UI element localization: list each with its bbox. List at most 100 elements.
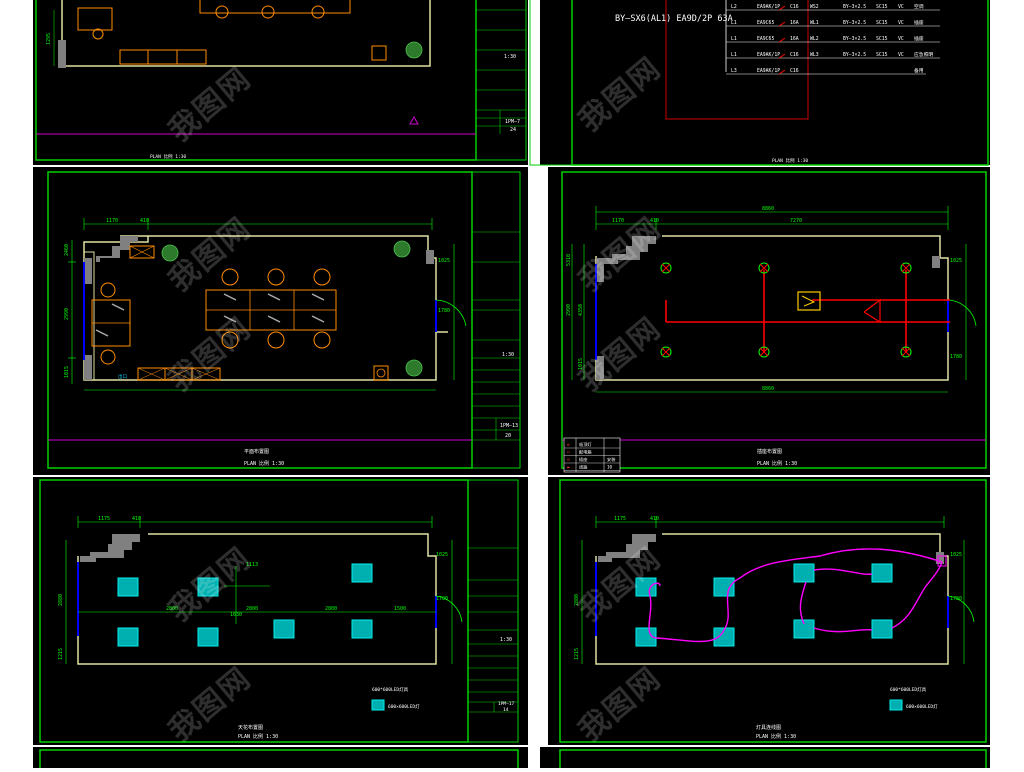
panel-light-icon: [871, 563, 893, 583]
plant-icon: [405, 41, 423, 59]
circuit-cell-phase: L3: [731, 68, 737, 74]
dim-left-3: 4350: [578, 304, 584, 316]
circuit-cell-rating: 16A: [790, 36, 799, 42]
dim-left-3: 1015: [64, 366, 70, 378]
drawing-title: 插座布置图: [757, 448, 782, 455]
circuit-cell-conduit: SC15: [876, 36, 888, 42]
page-number: 20: [505, 433, 511, 439]
drawing-caption: PLAN 比例 1:30: [757, 460, 797, 467]
column: [936, 552, 944, 564]
dim-right-1: 1025: [950, 258, 962, 264]
dim-left-1: 2460: [64, 244, 70, 256]
legend-cell-desc: 配电箱: [579, 449, 592, 456]
cad-drawing-canvas: 1:30 1PM—7 24 1295 PLAN 比例 1:30 BY—SX6(A…: [0, 0, 1024, 772]
page-number: 24: [510, 127, 516, 133]
dim-top-1: 1175: [98, 516, 110, 522]
scale-label: 1:30: [504, 54, 516, 60]
plant-icon: [161, 244, 179, 262]
panel-light-icon: [713, 577, 735, 597]
circuit-cell-rating: C16: [790, 4, 799, 10]
sheet-number: 1PM—17: [498, 701, 515, 707]
plant-icon: [393, 240, 411, 258]
dim-top-1: 1170: [612, 218, 624, 224]
legend-item: 600×600LED灯: [906, 703, 938, 710]
legend-panel-icon: [889, 699, 903, 711]
circuit-cell-cable: BY—3×2.5: [843, 36, 866, 42]
dim-right-1: 1025: [436, 552, 448, 558]
panel-main-breaker: BY—SX6(AL1) EA9D/2P 63A: [615, 14, 733, 24]
circuit-cell-line: WS2: [810, 4, 819, 10]
dim-left-2: 1215: [574, 648, 580, 660]
circuit-cell-breaker: EA9C65: [757, 20, 774, 26]
inner-dim-4: 2800: [325, 606, 337, 612]
panel-light-icon: [117, 627, 139, 647]
dim-right-2: 1780: [950, 596, 962, 602]
circuit-cell-breaker: EA9AK/1P: [757, 52, 780, 58]
dim-left-2: 2990: [64, 308, 70, 320]
circuit-cell-phase: L1: [731, 20, 737, 26]
panel-light-icon: [273, 619, 295, 639]
circuit-cell-use: 插座: [914, 19, 924, 26]
panel-light-icon: [351, 619, 373, 639]
circuit-cell-conduit: SC15: [876, 4, 888, 10]
circuit-cell-breaker: EA9AK/1P: [757, 4, 780, 10]
panel-light-icon: [871, 619, 893, 639]
panel-light-icon: [793, 563, 815, 583]
dim-right-1: 1025: [438, 258, 450, 264]
circuit-cell-conduit: SC15: [876, 52, 888, 58]
circuit-cell-phase: L2: [731, 4, 737, 10]
circuit-cell-line: WL3: [810, 52, 819, 58]
sheet-mid-right-bg: [548, 167, 990, 475]
dim-top-2: 410: [650, 516, 659, 522]
circuit-cell-breaker: EA9AK/1P: [757, 68, 780, 74]
panel-light-icon: [635, 577, 657, 597]
circuit-cell-use: 插座: [914, 35, 924, 42]
sheet-top-left-bg: [33, 0, 528, 165]
circuit-cell-use: 应急照明: [914, 51, 933, 58]
drawing-caption: PLAN 比例 1:30: [756, 733, 796, 740]
legend-cell-desc: 吸顶灯: [579, 441, 592, 448]
dim-left-1: 2880: [58, 594, 64, 606]
sheet-number: 1PM—13: [500, 423, 518, 429]
legend-panel-icon: [371, 699, 385, 711]
legend-title: 600*600LED灯具: [372, 686, 409, 693]
column: [84, 258, 92, 284]
drawing-caption: PLAN 比例 1:30: [244, 460, 284, 467]
circuit-cell-cable: BY—3×2.5: [843, 4, 866, 10]
dim-right-1: 1025: [950, 552, 962, 558]
dim-left-1: 2880: [574, 594, 580, 606]
circuit-cell-phase: L1: [731, 52, 737, 58]
circuit-cell-use: 空调: [914, 3, 924, 10]
inner-dim-3: 2800: [246, 606, 258, 612]
panel-light-icon: [351, 563, 373, 583]
scale-label: 1:30: [500, 637, 512, 643]
inner-dim-5: 1500: [394, 606, 406, 612]
dim-left-1: 5310: [566, 254, 572, 266]
drawing-caption: PLAN 比例 1:30: [772, 157, 808, 164]
dim-top-2: 410: [140, 218, 149, 224]
dim-left: 1295: [46, 33, 52, 45]
dim-left-4: 1015: [578, 358, 584, 370]
legend-table: ⊗ 吸顶灯▭ 配电箱⊡ 插座 安装▬ 线路 10: [563, 437, 621, 473]
column: [596, 258, 604, 282]
dim-top-1: 1170: [106, 218, 118, 224]
legend-cell-note: 安装: [607, 456, 616, 463]
circuit-cell-use: 备用: [914, 67, 924, 74]
dim-top-2: 410: [132, 516, 141, 522]
dim-overall: 8860: [762, 206, 774, 212]
circuit-cell-line: WL1: [810, 20, 819, 26]
circuit-cell-breaker: EA9C65: [757, 36, 774, 42]
dim-left-2: 2990: [566, 304, 572, 316]
page-number: 14: [503, 707, 509, 713]
drawing-title: 天花布置图: [238, 724, 263, 731]
dim-right-2: 1780: [438, 308, 450, 314]
dim-right-2: 1780: [436, 596, 448, 602]
column: [426, 250, 434, 264]
dim-bottom: 8860: [762, 386, 774, 392]
exit-sign: 出口: [118, 373, 127, 380]
column: [84, 355, 92, 380]
sheet-number: 1PM—7: [505, 119, 520, 125]
circuit-cell-rating: 16A: [790, 20, 799, 26]
inner-dim-2: 2800: [166, 606, 178, 612]
legend-title: 600*600LED灯具: [890, 686, 927, 693]
